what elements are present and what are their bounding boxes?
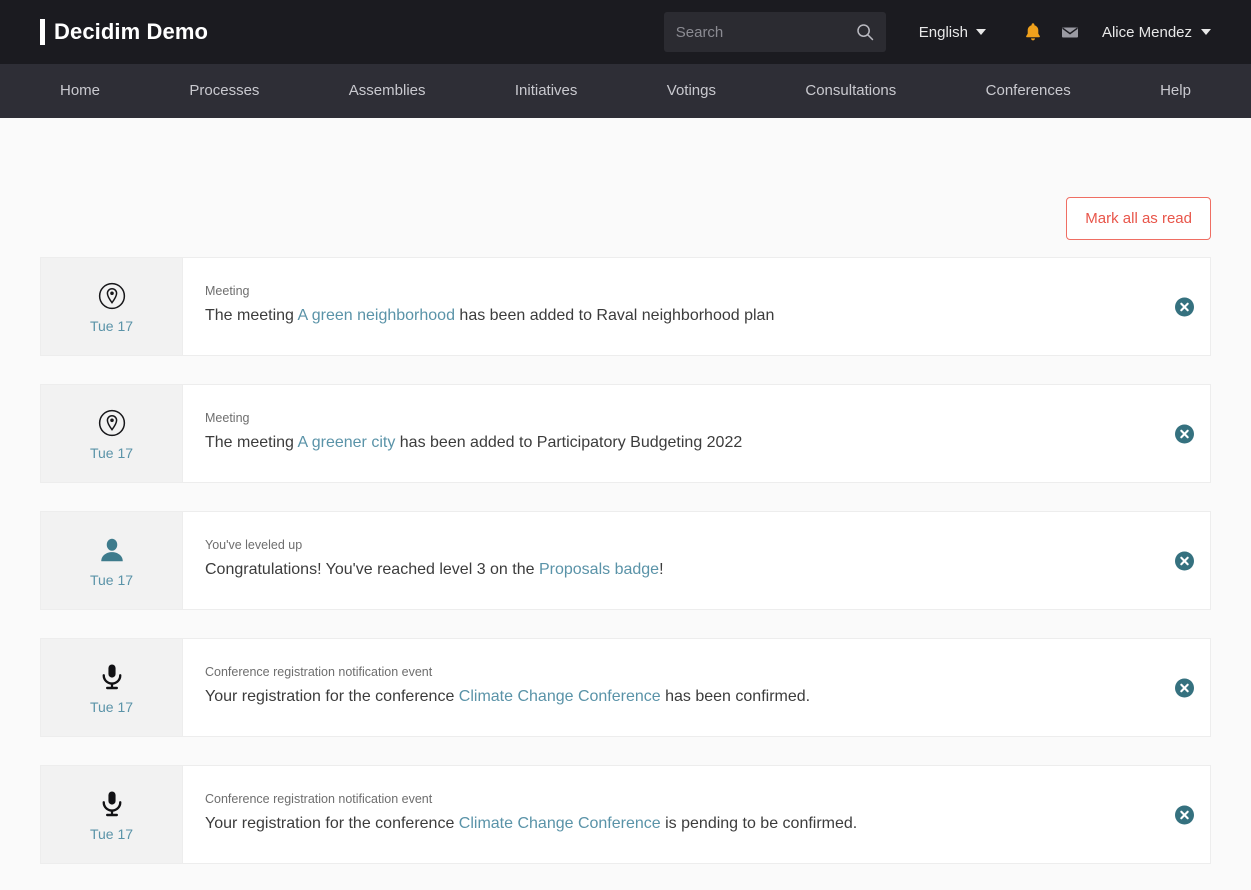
- notification-date-panel: Tue 17: [41, 639, 183, 736]
- notification-kind: Conference registration notification eve…: [205, 792, 433, 806]
- notification-resource-link[interactable]: A green neighborhood: [298, 307, 455, 324]
- microphone-icon: [96, 788, 128, 820]
- nav-link[interactable]: Votings: [667, 82, 716, 99]
- notification-date-panel: Tue 17: [41, 766, 183, 863]
- person-icon: [96, 534, 128, 566]
- notification-kind: Meeting: [205, 284, 250, 298]
- map-pin-circle-icon: [96, 407, 128, 439]
- notification-kind: You've leveled up: [205, 538, 303, 552]
- notification-text-after: !: [659, 560, 664, 578]
- nav-link[interactable]: Help: [1160, 82, 1191, 99]
- notification-text-before: The meeting: [205, 306, 298, 324]
- search-box[interactable]: [663, 12, 886, 52]
- notification-text: The meeting A greener city has been adde…: [205, 433, 1210, 453]
- notification-text-before: Your registration for the conference: [205, 687, 459, 705]
- notification-text-after: has been added to Participatory Budgetin…: [395, 433, 743, 451]
- nav-item[interactable]: Help: [1160, 82, 1191, 100]
- notifications-toolbar: Mark all as read: [40, 118, 1211, 240]
- chevron-down-icon: [1201, 29, 1211, 35]
- notification-body: Conference registration notification eve…: [183, 639, 1210, 736]
- notification-body: Meeting The meeting A greener city has be…: [183, 385, 1210, 482]
- close-circle-icon[interactable]: [1175, 551, 1194, 570]
- notification-day: Tue 17: [89, 698, 134, 715]
- nav-link[interactable]: Conferences: [986, 82, 1071, 99]
- nav-link[interactable]: Consultations: [805, 82, 896, 99]
- notification-item: Tue 17 Meeting The meeting A green neighbo…: [40, 257, 1211, 356]
- notification-body: Conference registration notification eve…: [183, 766, 1210, 863]
- notification-resource-link[interactable]: Climate Change Conference: [459, 688, 661, 705]
- notification-resource-link[interactable]: Proposals badge: [539, 561, 659, 578]
- notification-body: You've leveled up Congratulations! You've…: [183, 512, 1210, 609]
- close-circle-icon[interactable]: [1175, 678, 1194, 697]
- nav-link[interactable]: Processes: [189, 82, 259, 99]
- notification-day: Tue 17: [89, 571, 134, 588]
- notifications-list: Tue 17 Meeting The meeting A green neighbo…: [40, 257, 1211, 864]
- envelope-icon[interactable]: [1060, 22, 1080, 42]
- notification-text-before: Your registration for the conference: [205, 814, 459, 832]
- microphone-icon: [96, 661, 128, 693]
- user-menu[interactable]: Alice Mendez: [1102, 24, 1211, 41]
- notification-date-panel: Tue 17: [41, 512, 183, 609]
- nav-item[interactable]: Assemblies: [349, 82, 426, 100]
- nav-link[interactable]: Initiatives: [515, 82, 578, 99]
- notification-item: Tue 17 Conference registration notificati…: [40, 765, 1211, 864]
- bell-icon[interactable]: [1024, 22, 1042, 42]
- close-circle-icon[interactable]: [1175, 297, 1194, 316]
- main-content: Mark all as read Tue 17 Meeting The meetin…: [0, 118, 1251, 864]
- notification-item: Tue 17 Meeting The meeting A greener city …: [40, 384, 1211, 483]
- top-bar-right: English Alice Mendez: [663, 12, 1211, 52]
- notification-text: Your registration for the conference Cli…: [205, 814, 1210, 834]
- language-selector[interactable]: English: [919, 24, 986, 41]
- user-name: Alice Mendez: [1101, 23, 1192, 41]
- nav-item[interactable]: Initiatives: [515, 82, 578, 100]
- brand-name: Decidim Demo: [54, 19, 209, 44]
- notification-text: Your registration for the conference Cli…: [205, 687, 1210, 707]
- notification-date-panel: Tue 17: [41, 385, 183, 482]
- notification-kind: Meeting: [205, 411, 250, 425]
- notification-date-panel: Tue 17: [41, 258, 183, 355]
- nav-link[interactable]: Home: [60, 82, 100, 99]
- notification-text: The meeting A green neighborhood has bee…: [205, 306, 1210, 326]
- notification-text-after: has been confirmed.: [660, 687, 811, 705]
- notification-day: Tue 17: [89, 317, 134, 334]
- search-input[interactable]: [675, 23, 852, 41]
- nav-link[interactable]: Assemblies: [349, 82, 426, 99]
- notification-text-before: The meeting: [205, 433, 298, 451]
- notification-day: Tue 17: [89, 444, 134, 461]
- language-label: English: [918, 23, 968, 41]
- notification-item: Tue 17 Conference registration notificati…: [40, 638, 1211, 737]
- nav-item[interactable]: Consultations: [805, 82, 896, 100]
- notification-resource-link[interactable]: Climate Change Conference: [459, 815, 661, 832]
- chevron-down-icon: [975, 29, 986, 35]
- close-circle-icon[interactable]: [1175, 424, 1194, 443]
- nav-item[interactable]: Home: [60, 82, 100, 100]
- search-icon[interactable]: [856, 23, 874, 41]
- main-navigation: Home Processes Assemblies Initiatives Voting…: [0, 64, 1251, 118]
- notification-text-before: Congratulations! You've reached level 3 …: [205, 560, 539, 578]
- map-pin-circle-icon: [96, 280, 128, 312]
- nav-item[interactable]: Processes: [189, 82, 259, 100]
- notification-text-after: is pending to be confirmed.: [660, 814, 858, 832]
- close-circle-icon[interactable]: [1175, 805, 1194, 824]
- notification-resource-link[interactable]: A greener city: [298, 434, 396, 451]
- notification-text: Congratulations! You've reached level 3 …: [205, 560, 1210, 580]
- nav-list: Home Processes Assemblies Initiatives Voting…: [60, 82, 1191, 100]
- nav-item[interactable]: Conferences: [986, 82, 1071, 100]
- notification-kind: Conference registration notification eve…: [205, 665, 433, 679]
- notification-day: Tue 17: [89, 825, 134, 842]
- notification-body: Meeting The meeting A green neighborhood …: [183, 258, 1210, 355]
- nav-item[interactable]: Votings: [667, 82, 716, 100]
- notification-item: Tue 17 You've leveled up Congratulations! …: [40, 511, 1211, 610]
- mark-all-as-read-button[interactable]: Mark all as read: [1066, 197, 1211, 240]
- top-bar: Decidim Demo English: [0, 0, 1251, 64]
- notification-text-after: has been added to Raval neighborhood pla…: [454, 306, 775, 324]
- brand-accent-bar: [40, 19, 45, 45]
- brand-logo[interactable]: Decidim Demo: [40, 19, 208, 45]
